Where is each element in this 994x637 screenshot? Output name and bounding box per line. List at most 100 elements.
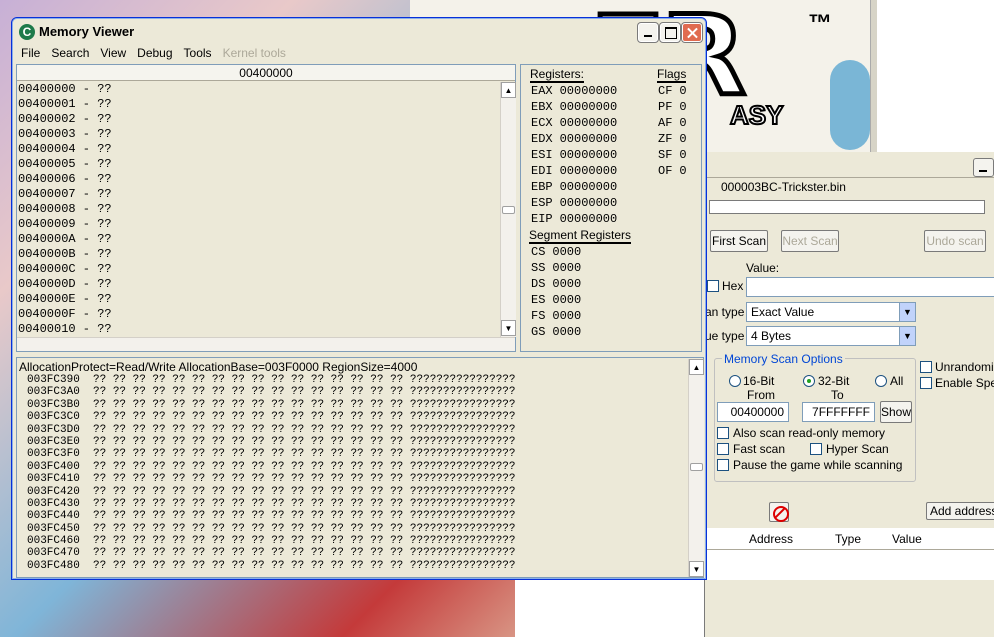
disasm-row[interactable]: 00400008 - ?? <box>18 202 500 217</box>
scan-type-select[interactable]: Exact Value ▼ <box>746 302 916 322</box>
register-value[interactable]: 0 <box>679 164 686 178</box>
next-scan-button[interactable]: Next Scan <box>781 230 839 252</box>
hex-row[interactable]: 003FC3D0 ?? ?? ?? ?? ?? ?? ?? ?? ?? ?? ?… <box>27 424 687 436</box>
hex-view[interactable]: AllocationProtect=Read/Write AllocationB… <box>16 357 704 578</box>
hex-row[interactable]: 003FC470 ?? ?? ?? ?? ?? ?? ?? ?? ?? ?? ?… <box>27 547 687 559</box>
register-value[interactable]: 00000000 <box>560 100 618 114</box>
value-input[interactable] <box>746 277 994 297</box>
hex-ascii[interactable]: ???????????????? <box>410 411 516 423</box>
column-address[interactable]: Address <box>749 532 793 546</box>
hex-bytes[interactable]: ?? ?? ?? ?? ?? ?? ?? ?? ?? ?? ?? ?? ?? ?… <box>93 399 403 411</box>
hex-ascii[interactable]: ???????????????? <box>410 535 516 547</box>
menu-kernel-tools[interactable]: Kernel tools <box>223 44 286 63</box>
disasm-row[interactable]: 00400002 - ?? <box>18 112 500 127</box>
register-value[interactable]: 00000000 <box>560 212 618 226</box>
disasm-row[interactable]: 0040000B - ?? <box>18 247 500 262</box>
disasm-row[interactable]: 00400006 - ?? <box>18 172 500 187</box>
disassembler-view[interactable]: 00400000 00400000 - ?? 00400001 - ?? 00400… <box>16 64 516 352</box>
hex-row[interactable]: 003FC460 ?? ?? ?? ?? ?? ?? ?? ?? ?? ?? ?… <box>27 535 687 547</box>
disasm-row[interactable]: 00400001 - ?? <box>18 97 500 112</box>
hex-bytes[interactable]: ?? ?? ?? ?? ?? ?? ?? ?? ?? ?? ?? ?? ?? ?… <box>93 386 403 398</box>
disasm-row[interactable]: 00400004 - ?? <box>18 142 500 157</box>
disasm-row[interactable]: 00400007 - ?? <box>18 187 500 202</box>
hex-bytes[interactable]: ?? ?? ?? ?? ?? ?? ?? ?? ?? ?? ?? ?? ?? ?… <box>93 448 403 460</box>
hex-ascii[interactable]: ???????????????? <box>410 448 516 460</box>
disasm-row[interactable]: 00400009 - ?? <box>18 217 500 232</box>
register-value[interactable]: 0 <box>679 84 686 98</box>
disasm-row[interactable]: 0040000D - ?? <box>18 277 500 292</box>
menu-search[interactable]: Search <box>51 44 89 63</box>
register-value[interactable]: 00000000 <box>560 116 618 130</box>
hyper-scan-checkbox[interactable] <box>810 443 822 455</box>
hex-bytes[interactable]: ?? ?? ?? ?? ?? ?? ?? ?? ?? ?? ?? ?? ?? ?… <box>93 560 403 572</box>
hex-bytes[interactable]: ?? ?? ?? ?? ?? ?? ?? ?? ?? ?? ?? ?? ?? ?… <box>93 461 403 473</box>
radio-16-bit[interactable] <box>729 375 741 387</box>
register-value[interactable]: 0000 <box>552 277 581 291</box>
register-value[interactable]: 0000 <box>552 325 581 339</box>
register-value[interactable]: 0000 <box>552 309 581 323</box>
menu-tools[interactable]: Tools <box>184 44 212 63</box>
hex-ascii[interactable]: ???????????????? <box>410 424 516 436</box>
enable-speedhack-checkbox[interactable] <box>920 377 932 389</box>
show-button[interactable]: Show <box>880 401 912 423</box>
register-value[interactable]: 0 <box>679 148 686 162</box>
hex-row[interactable]: 003FC480 ?? ?? ?? ?? ?? ?? ?? ?? ?? ?? ?… <box>27 560 687 572</box>
disasm-row[interactable]: 0040000A - ?? <box>18 232 500 247</box>
hex-bytes[interactable]: ?? ?? ?? ?? ?? ?? ?? ?? ?? ?? ?? ?? ?? ?… <box>93 424 403 436</box>
hex-row[interactable]: 003FC400 ?? ?? ?? ?? ?? ?? ?? ?? ?? ?? ?… <box>27 461 687 473</box>
register-value[interactable]: 0000 <box>552 261 581 275</box>
hex-row[interactable]: 003FC420 ?? ?? ?? ?? ?? ?? ?? ?? ?? ?? ?… <box>27 486 687 498</box>
hex-bytes[interactable]: ?? ?? ?? ?? ?? ?? ?? ?? ?? ?? ?? ?? ?? ?… <box>93 473 403 485</box>
maximize-button[interactable] <box>660 23 680 42</box>
disasm-row[interactable]: 0040000F - ?? <box>18 307 500 322</box>
register-value[interactable]: 0000 <box>552 293 581 307</box>
from-address-input[interactable]: 00400000 <box>717 402 789 422</box>
register-value[interactable]: 00000000 <box>560 148 618 162</box>
disasm-row[interactable]: 00400010 - ?? <box>18 322 500 337</box>
scroll-thumb[interactable] <box>690 463 703 471</box>
scroll-down-icon[interactable]: ▼ <box>689 561 704 577</box>
hex-row[interactable]: 003FC3A0 ?? ?? ?? ?? ?? ?? ?? ?? ?? ?? ?… <box>27 386 687 398</box>
hex-row[interactable]: 003FC440 ?? ?? ?? ?? ?? ?? ?? ?? ?? ?? ?… <box>27 510 687 522</box>
hex-ascii[interactable]: ???????????????? <box>410 374 516 386</box>
hex-bytes[interactable]: ?? ?? ?? ?? ?? ?? ?? ?? ?? ?? ?? ?? ?? ?… <box>93 374 403 386</box>
scroll-thumb[interactable] <box>502 206 515 214</box>
hex-ascii[interactable]: ???????????????? <box>410 560 516 572</box>
hex-ascii[interactable]: ???????????????? <box>410 386 516 398</box>
hex-ascii[interactable]: ???????????????? <box>410 523 516 535</box>
hex-bytes[interactable]: ?? ?? ?? ?? ?? ?? ?? ?? ?? ?? ?? ?? ?? ?… <box>93 411 403 423</box>
register-value[interactable]: 00000000 <box>560 132 618 146</box>
column-value[interactable]: Value <box>892 532 922 546</box>
hex-bytes[interactable]: ?? ?? ?? ?? ?? ?? ?? ?? ?? ?? ?? ?? ?? ?… <box>93 510 403 522</box>
disassembler-hscroll[interactable] <box>17 337 515 351</box>
column-type[interactable]: Type <box>835 532 861 546</box>
memory-viewer-titlebar[interactable]: C Memory Viewer <box>13 19 705 44</box>
unrandomizer-checkbox[interactable] <box>920 361 932 373</box>
register-value[interactable]: 0 <box>679 132 686 146</box>
hex-ascii[interactable]: ???????????????? <box>410 473 516 485</box>
chevron-down-icon[interactable]: ▼ <box>899 303 915 321</box>
register-value[interactable]: 00000000 <box>560 164 618 178</box>
hex-bytes[interactable]: ?? ?? ?? ?? ?? ?? ?? ?? ?? ?? ?? ?? ?? ?… <box>93 436 403 448</box>
hex-ascii[interactable]: ???????????????? <box>410 498 516 510</box>
chevron-down-icon[interactable]: ▼ <box>899 327 915 345</box>
stop-icon[interactable] <box>769 502 789 522</box>
hex-bytes[interactable]: ?? ?? ?? ?? ?? ?? ?? ?? ?? ?? ?? ?? ?? ?… <box>93 523 403 535</box>
register-value[interactable]: 00000000 <box>560 84 618 98</box>
add-address-manually-button[interactable]: Add address m <box>926 502 994 520</box>
hex-scrollbar[interactable]: ▲ ▼ <box>688 359 704 577</box>
to-address-input[interactable]: 7FFFFFFF <box>802 402 875 422</box>
hex-ascii[interactable]: ???????????????? <box>410 461 516 473</box>
hex-row[interactable]: 003FC3E0 ?? ?? ?? ?? ?? ?? ?? ?? ?? ?? ?… <box>27 436 687 448</box>
hex-row[interactable]: 003FC3F0 ?? ?? ?? ?? ?? ?? ?? ?? ?? ?? ?… <box>27 448 687 460</box>
hex-bytes[interactable]: ?? ?? ?? ?? ?? ?? ?? ?? ?? ?? ?? ?? ?? ?… <box>93 535 403 547</box>
register-value[interactable]: 0 <box>679 116 686 130</box>
minimize-button[interactable] <box>638 23 658 42</box>
disasm-row[interactable]: 0040000E - ?? <box>18 292 500 307</box>
disasm-row[interactable]: 00400000 - ?? <box>18 82 500 97</box>
hex-row[interactable]: 003FC450 ?? ?? ?? ?? ?? ?? ?? ?? ?? ?? ?… <box>27 523 687 535</box>
radio-all[interactable] <box>875 375 887 387</box>
disasm-row[interactable]: 00400003 - ?? <box>18 127 500 142</box>
hex-row[interactable]: 003FC3C0 ?? ?? ?? ?? ?? ?? ?? ?? ?? ?? ?… <box>27 411 687 423</box>
hex-ascii[interactable]: ???????????????? <box>410 399 516 411</box>
